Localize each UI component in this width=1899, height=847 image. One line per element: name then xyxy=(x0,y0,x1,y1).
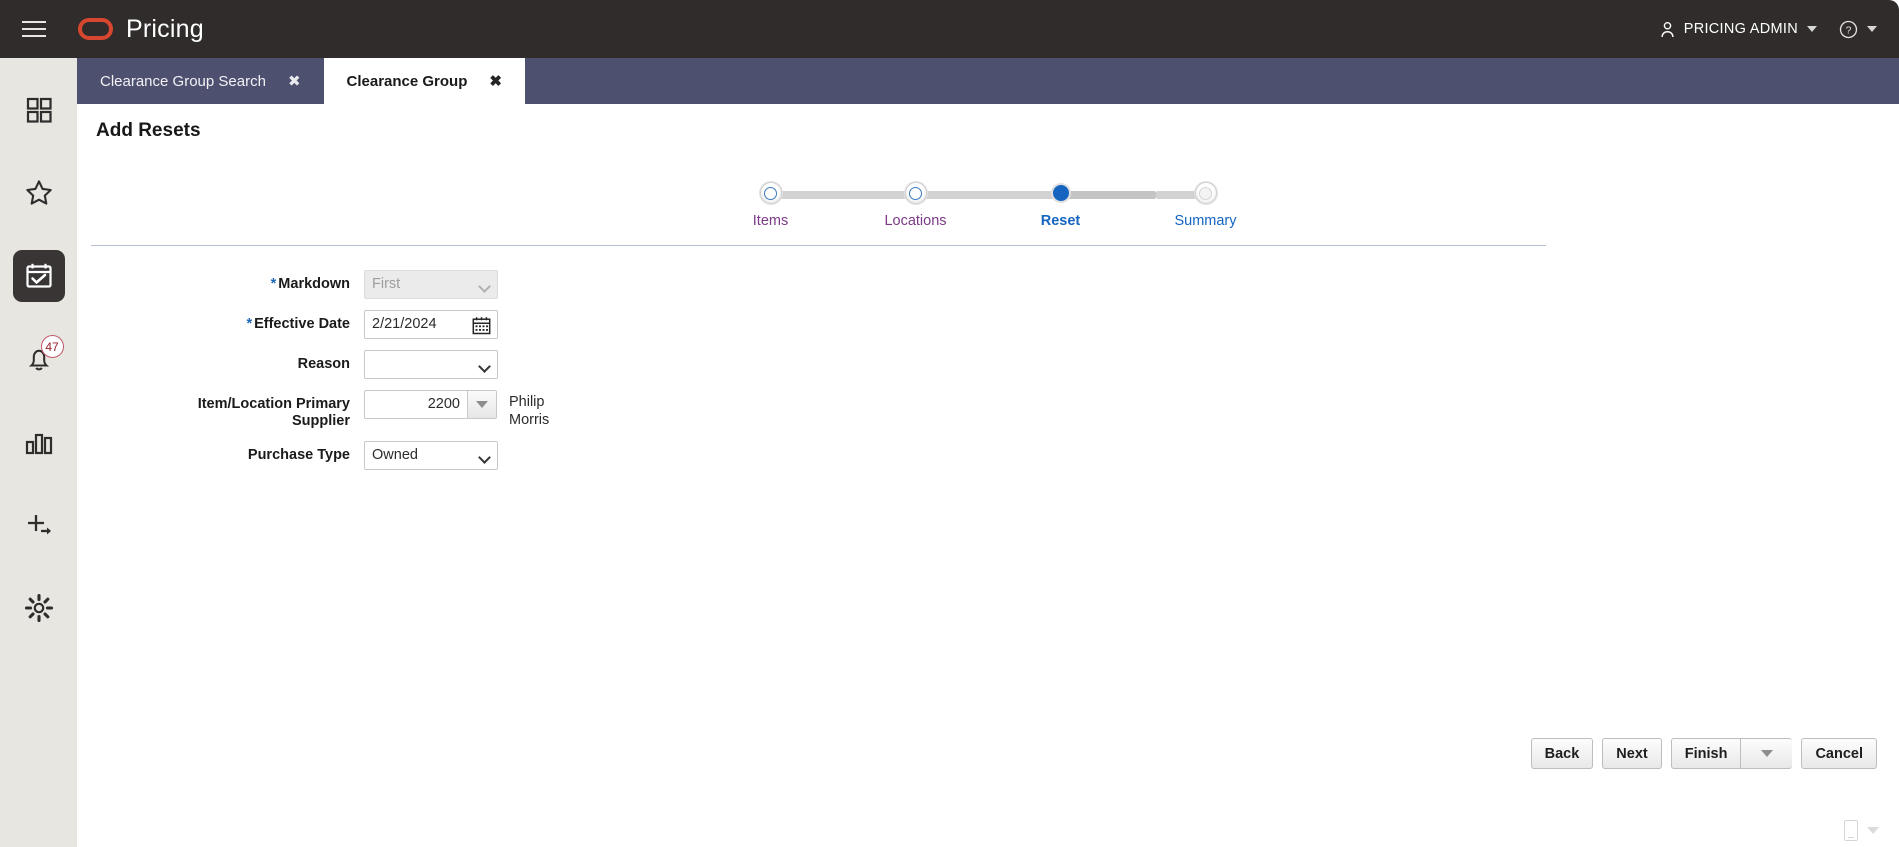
back-button[interactable]: Back xyxy=(1530,738,1594,769)
svg-text:?: ? xyxy=(1846,25,1852,36)
tab-label: Clearance Group xyxy=(346,72,468,90)
purchase-type-value: Owned xyxy=(372,447,418,463)
calendar-icon[interactable] xyxy=(472,316,491,335)
stepper-step-reset: Reset xyxy=(988,180,1133,229)
stepper-dot-current xyxy=(1050,182,1072,204)
header-actions: PRICING ADMIN ? xyxy=(1660,20,1877,39)
field-row-reason: Reason xyxy=(77,350,1899,379)
chevron-down-icon xyxy=(478,280,491,293)
dropdown-triangle-icon xyxy=(476,401,488,408)
sidebar-item-reports[interactable] xyxy=(13,416,65,468)
markdown-value: First xyxy=(372,276,401,292)
sidebar-rail: 47 xyxy=(0,58,77,847)
global-header: Pricing PRICING ADMIN ? xyxy=(0,0,1899,58)
calendar-check-icon xyxy=(25,263,52,288)
close-icon[interactable]: ✖ xyxy=(489,74,502,89)
star-icon xyxy=(25,180,52,205)
dropdown-triangle-icon xyxy=(1760,750,1773,757)
stepper-dot xyxy=(1194,182,1217,204)
stepper-label[interactable]: Summary xyxy=(1133,213,1278,229)
stepper-dot xyxy=(759,182,782,204)
help-circle-icon: ? xyxy=(1839,20,1858,38)
stepper-dot xyxy=(904,182,927,204)
supplier-label: Item/Location Primary Supplier xyxy=(197,396,350,429)
purchase-type-select[interactable]: Owned xyxy=(364,441,498,470)
chevron-down-icon xyxy=(1867,26,1877,32)
application-window: Pricing PRICING ADMIN ? 47 Clearance Gro… xyxy=(0,0,1899,847)
content-area: Add Resets Items Locations Reset Summary… xyxy=(77,104,1899,847)
stepper-step-summary[interactable]: Summary xyxy=(1133,180,1278,229)
app-title: Pricing xyxy=(126,14,204,43)
user-menu[interactable]: PRICING ADMIN xyxy=(1660,21,1817,38)
supplier-input[interactable]: 2200 xyxy=(364,390,467,419)
required-indicator: * xyxy=(246,316,253,332)
effective-date-label: * Effective Date xyxy=(246,316,350,332)
sidebar-item-dashboard[interactable] xyxy=(13,84,65,136)
stepper-step-items[interactable]: Items xyxy=(698,180,843,229)
sidebar-item-favorites[interactable] xyxy=(13,167,65,219)
markdown-select: First xyxy=(364,270,498,299)
field-row-effective-date: * Effective Date 2/21/2024 xyxy=(77,310,1899,339)
finish-menu-button[interactable] xyxy=(1740,738,1793,769)
chevron-down-icon xyxy=(1807,26,1817,32)
stepper-label[interactable]: Items xyxy=(698,213,843,229)
sidebar-item-settings[interactable] xyxy=(13,582,65,634)
brand: Pricing xyxy=(78,15,204,44)
device-preview-widget[interactable] xyxy=(1844,820,1879,841)
hamburger-icon[interactable] xyxy=(12,14,56,44)
required-indicator: * xyxy=(270,276,277,292)
chevron-down-icon xyxy=(478,451,491,464)
effective-date-value: 2/21/2024 xyxy=(372,316,437,332)
field-row-markdown: * Markdown First xyxy=(77,270,1899,299)
oracle-logo-icon xyxy=(78,18,113,40)
person-icon xyxy=(1661,21,1674,37)
bar-chart-icon xyxy=(25,433,52,455)
wizard-stepper: Items Locations Reset Summary xyxy=(77,180,1899,240)
tab-clearance-group-search[interactable]: Clearance Group Search ✖ xyxy=(77,58,324,104)
finish-split-button: Finish xyxy=(1670,738,1793,769)
sidebar-item-tasks[interactable] xyxy=(12,250,65,302)
field-row-purchase-type: Purchase Type Owned xyxy=(77,441,1899,470)
gear-icon xyxy=(24,593,53,623)
stepper-label[interactable]: Locations xyxy=(843,213,988,229)
chevron-down-icon xyxy=(478,360,491,373)
sidebar-item-notifications[interactable]: 47 xyxy=(13,333,65,385)
cancel-button[interactable]: Cancel xyxy=(1801,738,1877,769)
section-divider xyxy=(91,245,1546,246)
next-button[interactable]: Next xyxy=(1602,738,1662,769)
grid-icon xyxy=(26,97,52,123)
tab-label: Clearance Group Search xyxy=(100,72,266,90)
reason-select[interactable] xyxy=(364,350,498,379)
stepper-step-locations[interactable]: Locations xyxy=(843,180,988,229)
tab-clearance-group[interactable]: Clearance Group ✖ xyxy=(323,58,525,104)
supplier-lov-button[interactable] xyxy=(467,390,497,419)
plus-arrow-icon xyxy=(27,515,51,535)
wizard-footer: Back Next Finish Cancel xyxy=(1530,738,1877,769)
sidebar-item-quick-create[interactable] xyxy=(13,499,65,551)
close-icon[interactable]: ✖ xyxy=(288,74,301,89)
markdown-label: * Markdown xyxy=(270,276,350,292)
stepper-label-current: Reset xyxy=(1040,213,1081,229)
user-name-label: PRICING ADMIN xyxy=(1683,21,1798,37)
field-row-supplier: Item/Location Primary Supplier 2200 Phil… xyxy=(77,390,1899,430)
page-title: Add Resets xyxy=(96,120,201,141)
mobile-device-icon xyxy=(1844,820,1858,841)
finish-button[interactable]: Finish xyxy=(1670,738,1741,769)
reset-form: * Markdown First * Effective Date 2/21/202… xyxy=(77,270,1899,481)
effective-date-input[interactable]: 2/21/2024 xyxy=(364,310,498,339)
help-menu[interactable]: ? xyxy=(1839,20,1877,39)
purchase-type-label: Purchase Type xyxy=(247,447,350,463)
dropdown-triangle-icon xyxy=(1867,827,1879,834)
notification-badge: 47 xyxy=(40,335,64,358)
reason-label: Reason xyxy=(297,356,350,372)
supplier-display-name: Philip Morris xyxy=(509,394,550,428)
tab-bar: Clearance Group Search ✖ Clearance Group… xyxy=(77,58,1899,104)
